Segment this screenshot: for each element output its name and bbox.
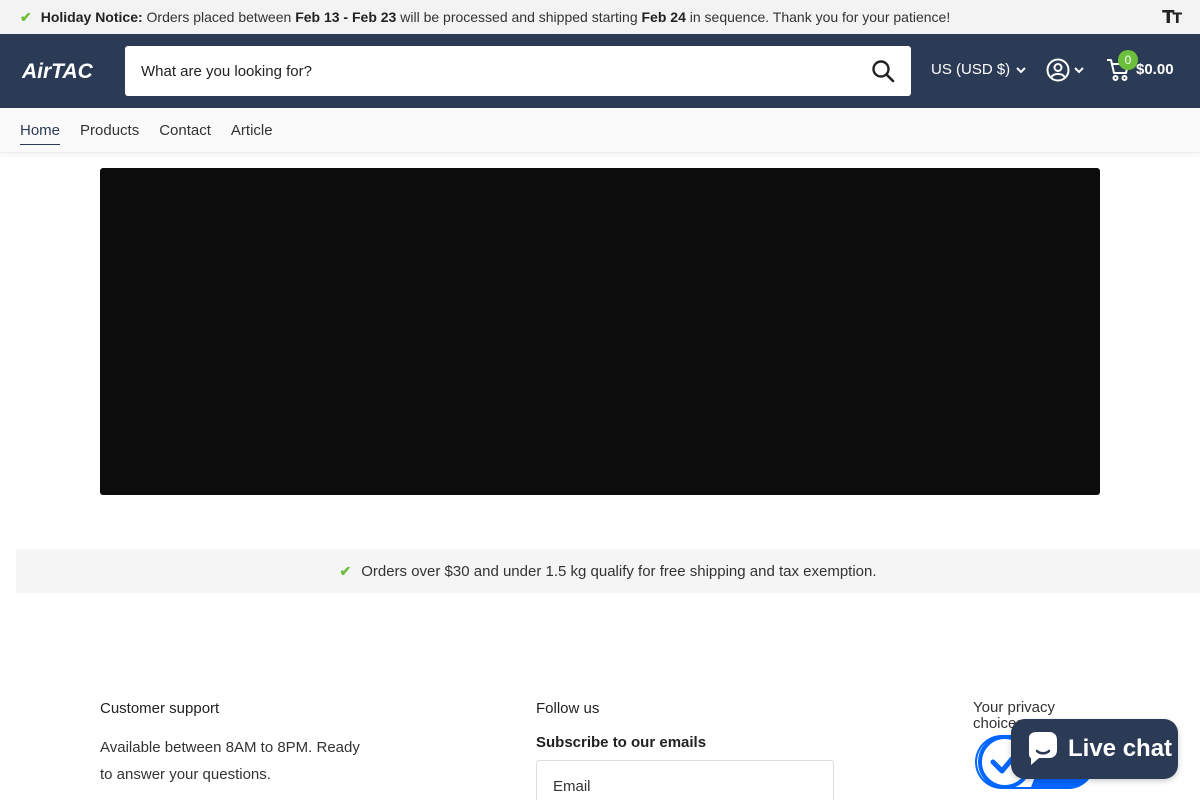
footer-support-text: Available between 8AM to 8PM. Ready to a… <box>100 739 360 783</box>
user-icon <box>1046 58 1070 82</box>
announcement-text-2: will be processed and shipped starting <box>400 9 638 25</box>
currency-label: US (USD $) <box>931 61 1011 78</box>
currency-selector[interactable]: US (USD $) <box>931 61 1026 78</box>
footer-follow: Follow us Subscribe to our emails <box>536 700 836 800</box>
email-field[interactable] <box>537 761 833 800</box>
search-icon[interactable] <box>871 59 895 83</box>
announcement-text: Holiday Notice: Orders placed between Fe… <box>41 9 950 25</box>
shipping-notice: ✔ Orders over $30 and under 1.5 kg quali… <box>16 549 1200 593</box>
airtac-logo[interactable]: AirTAC <box>22 60 104 80</box>
announcement-start-date: Feb 24 <box>641 9 686 25</box>
announcement-label: Holiday Notice: <box>40 9 143 25</box>
cart-count-badge: 0 <box>1118 50 1138 70</box>
nav-item-home[interactable]: Home <box>20 118 61 145</box>
check-icon: ✔ <box>339 562 352 579</box>
search-bar <box>125 46 911 96</box>
main-nav: Home Products Contact Article <box>0 108 1200 153</box>
subscribe-title: Subscribe to our emails <box>536 734 707 751</box>
live-chat-button[interactable]: Live chat <box>1011 719 1178 779</box>
announcement-text-3: in sequence. Thank you for your patience… <box>689 9 951 25</box>
account-menu[interactable] <box>1046 58 1084 82</box>
announcement-text-1: Orders placed between <box>146 9 292 25</box>
nav-item-products[interactable]: Products <box>80 118 139 143</box>
site-header: AirTAC US (USD $) 0 $0.00 <box>0 34 1200 108</box>
chevron-down-icon <box>1074 67 1084 74</box>
search-input[interactable] <box>125 46 855 96</box>
svg-text:AirTAC: AirTAC <box>22 60 94 80</box>
live-chat-label: Live chat <box>1068 735 1173 762</box>
announcement-bar: ✔ Holiday Notice: Orders placed between … <box>0 0 1200 34</box>
nav-item-article[interactable]: Article <box>231 118 273 143</box>
cart-total: $0.00 <box>1136 60 1174 78</box>
hero-banner[interactable] <box>100 168 1100 495</box>
check-icon: ✔ <box>20 8 32 25</box>
chat-bubble-icon <box>1029 732 1057 765</box>
cart-button[interactable]: 0 $0.00 <box>1106 50 1174 82</box>
footer-support: Customer support Available between 8AM t… <box>100 700 370 788</box>
announcement-date-range: Feb 13 - Feb 23 <box>295 9 397 25</box>
chevron-down-icon <box>1016 66 1026 73</box>
shipping-notice-text: Orders over $30 and under 1.5 kg qualify… <box>361 562 877 580</box>
text-size-icon[interactable]: TT <box>1162 7 1182 28</box>
nav-item-contact[interactable]: Contact <box>159 118 211 143</box>
email-field-wrapper <box>536 760 834 800</box>
footer-support-title: Customer support <box>100 700 220 717</box>
footer-follow-title: Follow us <box>536 700 600 717</box>
